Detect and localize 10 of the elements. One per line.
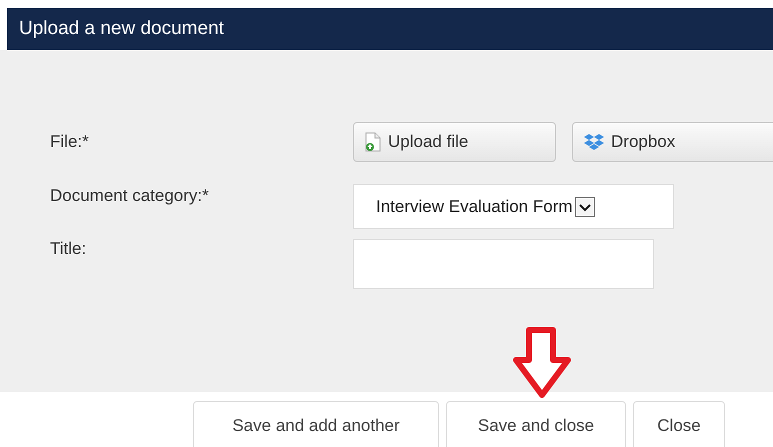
category-select[interactable]: Interview Evaluation Form (353, 184, 674, 229)
dropbox-button[interactable]: Dropbox (572, 122, 773, 162)
upload-file-button[interactable]: Upload file (353, 122, 556, 162)
footer-button[interactable]: Close (633, 401, 725, 447)
dialog-title: Upload a new document (19, 18, 224, 40)
field-label: Title: (50, 239, 88, 260)
field-label: Document category:* (50, 185, 210, 207)
footer-button[interactable]: Save and add another (193, 401, 439, 447)
footer-button[interactable]: Save and close (446, 401, 626, 447)
field-label: File:* (50, 131, 90, 153)
